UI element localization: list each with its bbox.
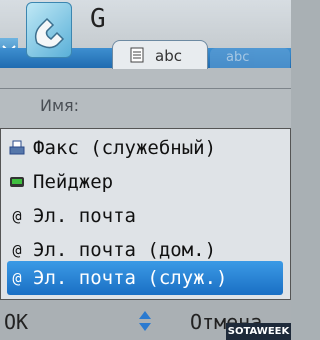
name-label: Имя: [40,96,80,115]
list-item-email[interactable]: @ Эл. почта [7,199,283,235]
list-item-label: Эл. почта (служ.) [33,267,228,289]
email-at-icon: @ [12,241,22,259]
list-item-pager[interactable]: Пейджер [7,165,283,201]
list-item-label: Эл. почта [33,205,136,227]
list-item-email-work[interactable]: @ Эл. почта (служ.) [7,261,283,295]
email-at-icon: @ [12,269,22,287]
notepad-icon [129,47,145,63]
email-at-icon: @ [12,207,22,225]
ok-softkey[interactable]: OK [4,310,28,334]
list-item-label: Пейджер [33,171,114,193]
app-title: G [90,4,106,34]
list-item-label: Факс (служебный) [33,137,217,159]
tab-secondary[interactable]: abc [210,48,290,68]
tab-label: abc [226,50,250,65]
tab-label: abc [155,47,182,65]
tab-abc[interactable]: abc [112,40,208,69]
watermark-logo: SOTAWEEK [226,323,291,340]
contact-form: Имя: [0,68,291,128]
list-item-fax[interactable]: Факс (служебный) [7,131,283,167]
up-down-arrows-icon [138,309,152,333]
phonebook-contact-icon [26,2,72,58]
fax-icon [9,140,25,156]
phone-screen: G abc abc Имя: Факс (служебный) Пейджер … [0,0,291,340]
pager-icon [9,174,25,190]
field-type-popup: Факс (служебный) Пейджер @ Эл. почта @ Э… [0,128,291,300]
list-item-label: Эл. почта (дом.) [33,239,217,261]
